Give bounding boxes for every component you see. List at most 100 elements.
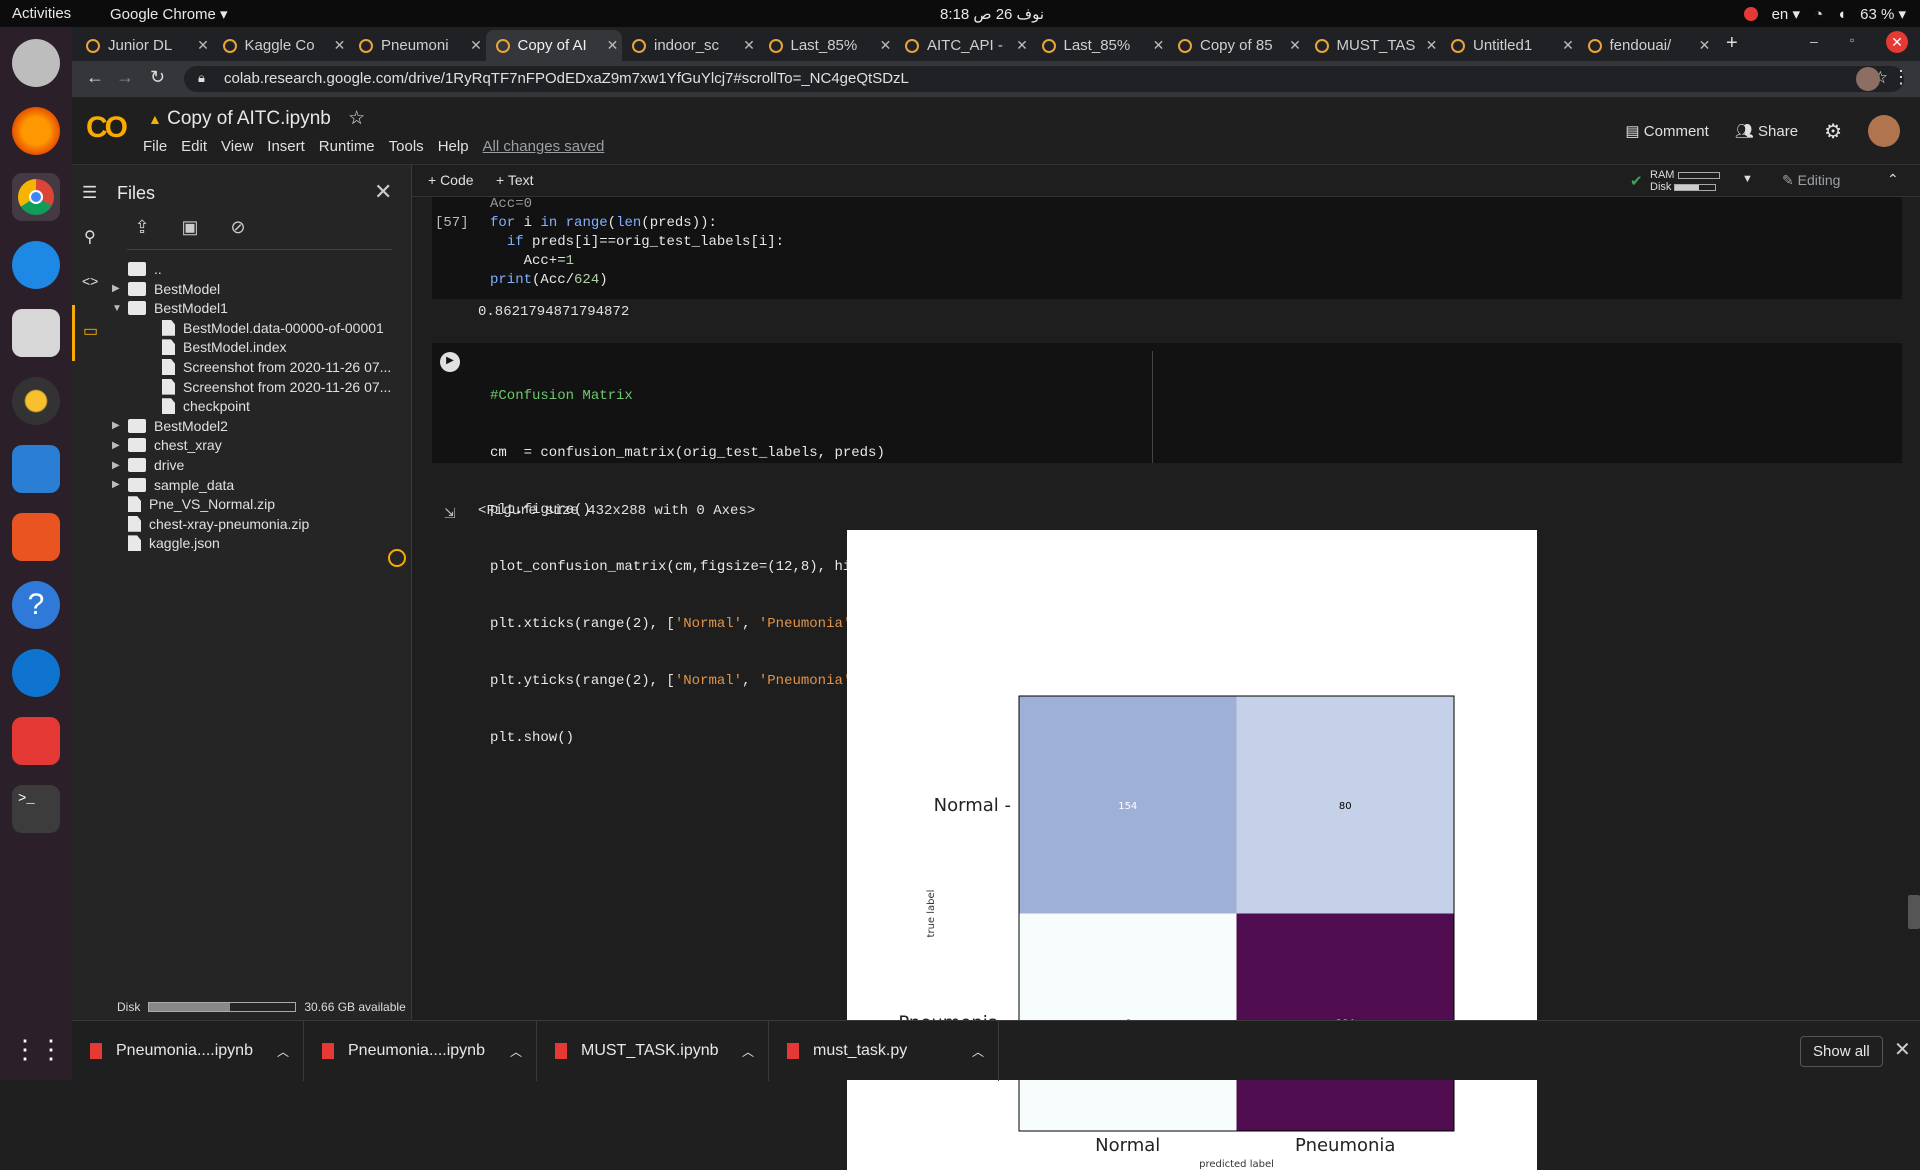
files-icon[interactable]: ▭ (72, 305, 110, 361)
restore-button[interactable]: ▫ (1850, 33, 1854, 47)
download-item[interactable]: Pneumonia....ipynb ︿ (72, 1021, 304, 1081)
browser-tab[interactable]: Last_85% ✕ (759, 30, 895, 61)
clock[interactable]: 8:18 نوف 26 ص (940, 5, 1044, 23)
close-tab-icon[interactable]: ✕ (1286, 37, 1304, 54)
close-tab-icon[interactable]: ✕ (194, 37, 212, 54)
reload-icon[interactable]: ↻ (150, 67, 165, 88)
battery-status[interactable]: 63 % ▾ (1860, 5, 1906, 23)
code-cell[interactable]: [57] Acc=0 for i in range(len(preds)): if… (432, 196, 1902, 299)
menu-tools[interactable]: Tools (389, 138, 424, 155)
expand-caret-icon[interactable]: ▶ (112, 440, 128, 451)
menu-runtime[interactable]: Runtime (319, 138, 375, 155)
help-icon[interactable]: ? (12, 581, 60, 629)
add-text-button[interactable]: + Text (496, 172, 534, 188)
system-tray[interactable]: en ▾ ◔ ◖ 63 % ▾ (1743, 5, 1906, 23)
menu-view[interactable]: View (221, 138, 253, 155)
toc-icon[interactable]: ☰ (82, 183, 97, 203)
upload-file-icon[interactable]: ⇪ (130, 217, 154, 241)
close-tab-icon[interactable]: ✕ (1696, 37, 1714, 54)
close-tab-icon[interactable]: ✕ (1150, 37, 1168, 54)
chevron-up-icon[interactable]: ︿ (277, 1043, 289, 1060)
resource-monitor[interactable]: RAM Disk (1650, 169, 1720, 193)
download-item[interactable]: MUST_TASK.ipynb ︿ (537, 1021, 769, 1081)
chrome-icon[interactable] (12, 173, 60, 221)
browser-tab[interactable]: MUST_TAS ✕ (1305, 30, 1441, 61)
terminal-icon[interactable]: >_ (12, 785, 60, 833)
search-icon[interactable]: ⚲ (84, 227, 96, 247)
close-tab-icon[interactable]: ✕ (1423, 37, 1441, 54)
browser-tab[interactable]: Untitled1 ✕ (1441, 30, 1577, 61)
browser-tab[interactable]: Copy of AI ✕ (485, 30, 622, 61)
close-tab-icon[interactable]: ✕ (604, 37, 622, 54)
close-tab-icon[interactable]: ✕ (1559, 37, 1577, 54)
profile-avatar[interactable] (1856, 67, 1880, 91)
new-tab-button[interactable]: + (1726, 32, 1738, 55)
chevron-up-icon[interactable]: ︿ (742, 1043, 754, 1060)
chevron-up-icon[interactable]: ︿ (510, 1043, 522, 1060)
show-apps-icon[interactable]: ⋮⋮⋮ (12, 1025, 90, 1073)
user-avatar[interactable] (1868, 115, 1900, 147)
download-item[interactable]: Pneumonia....ipynb ︿ (304, 1021, 537, 1081)
expand-caret-icon[interactable]: ▶ (112, 283, 128, 294)
files-icon[interactable] (12, 309, 60, 357)
browser-tab[interactable]: Last_85% ✕ (1032, 30, 1168, 61)
save-status[interactable]: All changes saved (483, 138, 605, 155)
minimize-button[interactable]: – (1810, 33, 1818, 49)
code-snippets-icon[interactable]: <> (82, 273, 98, 289)
editing-mode[interactable]: ✎ Editing (1782, 172, 1840, 189)
browser-tab[interactable]: Copy of 85 ✕ (1168, 30, 1304, 61)
share-button[interactable]: 👥︎ Share (1735, 122, 1798, 140)
expand-caret-icon[interactable]: ▼ (112, 303, 128, 314)
run-cell-button[interactable]: ▶ (440, 352, 460, 372)
close-tab-icon[interactable]: ✕ (877, 37, 895, 54)
code-cell-confusion-matrix[interactable]: ▶ #Confusion Matrix cm = confusion_matri… (432, 343, 1902, 746)
forward-icon[interactable]: → (116, 67, 134, 88)
close-tab-icon[interactable]: ✕ (740, 37, 758, 54)
teamviewer-icon[interactable] (12, 649, 60, 697)
activities-button[interactable]: Activities (12, 5, 71, 22)
close-downloads-icon[interactable]: ✕ (1894, 1037, 1911, 1062)
settings-gear-icon[interactable]: ⚙ (1824, 119, 1842, 144)
app-menu[interactable]: Google Chrome ▾ (110, 5, 228, 23)
url-field[interactable]: 🔒︎ colab.research.google.com/drive/1RyRq… (184, 66, 1904, 92)
star-icon[interactable]: ☆ (348, 108, 365, 129)
anydesk-icon[interactable] (12, 717, 60, 765)
thunderbird-icon[interactable] (12, 241, 60, 289)
collapse-header-icon[interactable]: ⌃ (1887, 171, 1899, 188)
output-icon[interactable]: ⇲ (444, 505, 456, 522)
firefox-icon[interactable] (12, 107, 60, 155)
menu-file[interactable]: File (143, 138, 167, 155)
browser-tab[interactable]: indoor_sc ✕ (622, 30, 758, 61)
close-panel-icon[interactable]: ✕ (374, 179, 392, 205)
browser-tab[interactable]: Pneumoni ✕ (349, 30, 485, 61)
browser-tab[interactable]: fendouai/ ✕ (1578, 30, 1714, 61)
scrollbar-thumb[interactable] (1908, 895, 1920, 929)
browser-tab[interactable]: Kaggle Co ✕ (213, 30, 349, 61)
browser-tab[interactable]: AITC_API - ✕ (895, 30, 1031, 61)
file-item[interactable]: kaggle.json (112, 531, 220, 555)
new-folder-icon[interactable]: ▣ (178, 217, 202, 241)
expand-caret-icon[interactable]: ▶ (112, 460, 128, 471)
chrome-menu-icon[interactable]: ⋮ (1892, 67, 1910, 88)
unmount-drive-icon[interactable]: ⊘ (226, 217, 250, 241)
menu-help[interactable]: Help (438, 138, 469, 155)
colab-logo[interactable]: CO (86, 111, 128, 145)
disk-app-icon[interactable] (12, 39, 60, 87)
language-indicator[interactable]: en ▾ (1772, 5, 1800, 23)
writer-icon[interactable] (12, 445, 60, 493)
notebook-title[interactable]: ▲ Copy of AITC.ipynb ☆ (148, 107, 365, 130)
close-tab-icon[interactable]: ✕ (1013, 37, 1031, 54)
software-center-icon[interactable] (12, 513, 60, 561)
show-all-button[interactable]: Show all (1800, 1036, 1883, 1067)
comment-button[interactable]: ▤ Comment (1625, 122, 1708, 140)
back-icon[interactable]: ← (86, 67, 104, 88)
menu-insert[interactable]: Insert (267, 138, 305, 155)
close-window-button[interactable]: ✕ (1886, 31, 1908, 53)
resources-dropdown-icon[interactable]: ▼ (1742, 173, 1753, 185)
add-code-button[interactable]: + Code (428, 172, 474, 188)
menu-edit[interactable]: Edit (181, 138, 207, 155)
chevron-up-icon[interactable]: ︿ (972, 1043, 984, 1060)
rhythmbox-icon[interactable] (12, 377, 60, 425)
expand-caret-icon[interactable]: ▶ (112, 479, 128, 490)
expand-caret-icon[interactable]: ▶ (112, 420, 128, 431)
